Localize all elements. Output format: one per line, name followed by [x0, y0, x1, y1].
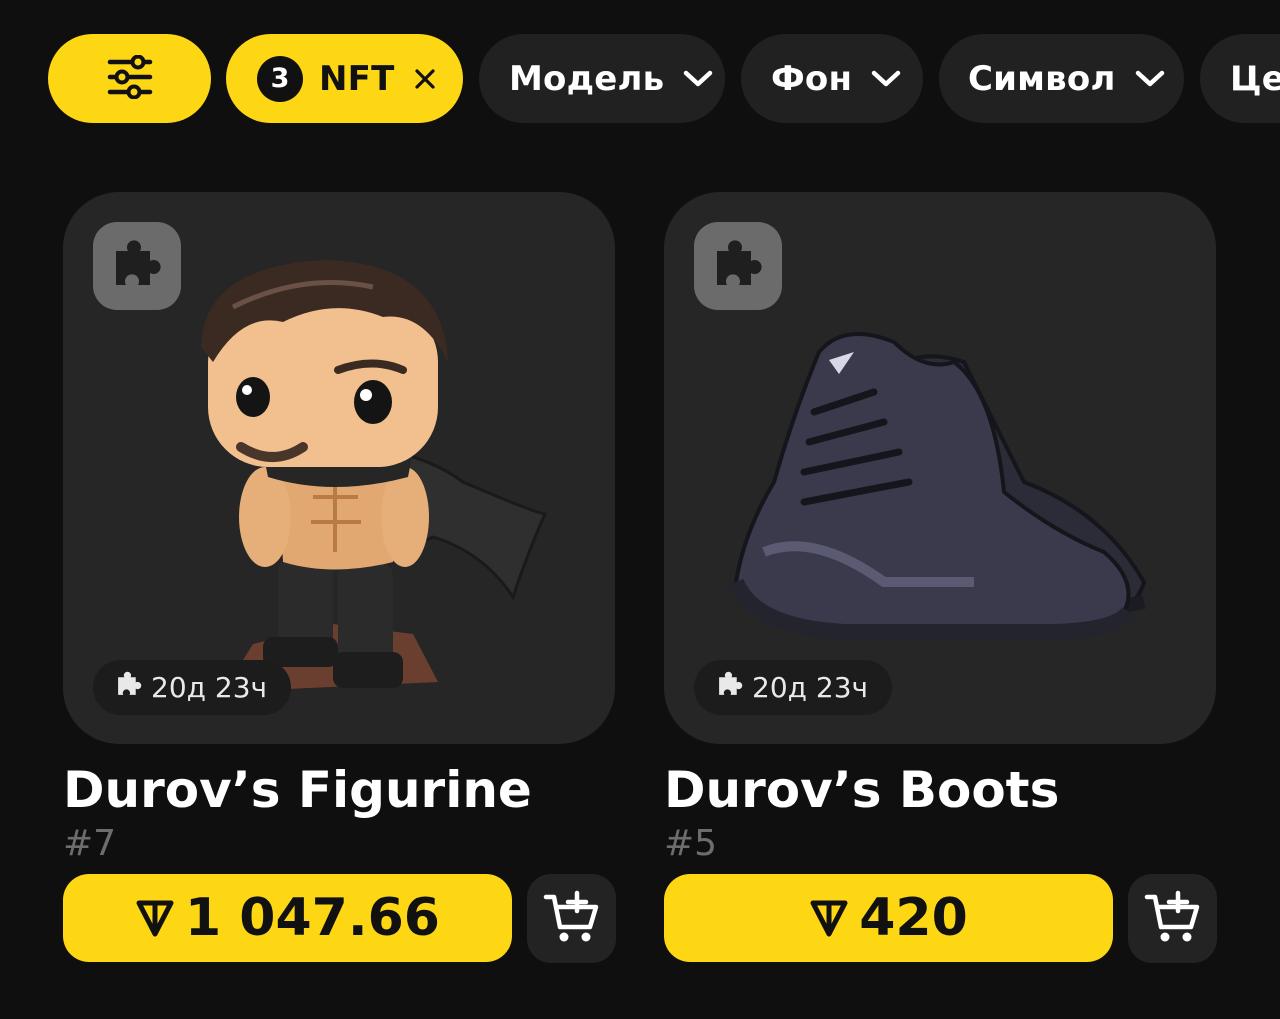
nft-card[interactable]: 20д 23ч Durov’s Boots #5 420 [664, 192, 1217, 964]
buy-price-button[interactable]: 1 047.66 [63, 874, 512, 962]
filter-settings-button[interactable] [48, 34, 211, 123]
nft-filter-chip[interactable]: 3 NFT [226, 34, 463, 123]
puzzle-button[interactable] [93, 222, 181, 310]
buy-row: 1 047.66 [63, 874, 616, 964]
add-to-cart-icon [1144, 889, 1202, 949]
model-filter-dropdown[interactable]: Модель [479, 34, 725, 123]
puzzle-icon [115, 670, 143, 705]
timer-badge: 20д 23ч [93, 660, 292, 715]
buy-price-button[interactable]: 420 [664, 874, 1113, 962]
add-to-cart-icon [543, 889, 601, 949]
close-icon[interactable] [414, 68, 436, 90]
chevron-down-icon [682, 69, 714, 89]
buy-row: 420 [664, 874, 1217, 964]
chevron-down-icon [870, 69, 902, 89]
ton-icon [135, 898, 175, 938]
price-filter-label: Це [1230, 58, 1280, 99]
nft-artwork[interactable]: 20д 23ч [63, 192, 615, 744]
timer-text: 20д 23ч [752, 671, 869, 704]
add-to-cart-button[interactable] [1128, 874, 1217, 963]
item-number: #5 [664, 823, 718, 864]
item-number: #7 [63, 823, 117, 864]
timer-badge: 20д 23ч [694, 660, 893, 715]
sliders-icon [107, 54, 153, 103]
item-title: Durov’s Figurine [63, 761, 532, 819]
puzzle-button[interactable] [694, 222, 782, 310]
boots-image [728, 332, 1147, 640]
background-filter-dropdown[interactable]: Фон [741, 34, 923, 123]
nft-count-badge: 3 [257, 55, 303, 102]
model-filter-label: Модель [509, 58, 665, 99]
price-value: 1 047.66 [185, 888, 440, 948]
figurine-image [201, 260, 548, 692]
ton-icon [809, 898, 849, 938]
nft-artwork[interactable]: 20д 23ч [664, 192, 1216, 744]
price-filter-dropdown[interactable]: Це [1200, 34, 1280, 123]
filter-bar: 3 NFT Модель Фон Символ Це [48, 34, 1280, 123]
puzzle-icon [716, 670, 744, 705]
puzzle-icon [110, 237, 164, 295]
symbol-filter-dropdown[interactable]: Символ [939, 34, 1184, 123]
item-title: Durov’s Boots [664, 761, 1060, 819]
timer-text: 20д 23ч [151, 671, 268, 704]
puzzle-icon [711, 237, 765, 295]
nft-card[interactable]: 20д 23ч Durov’s Figurine #7 1 047.66 [63, 192, 616, 964]
add-to-cart-button[interactable] [527, 874, 616, 963]
symbol-filter-label: Символ [968, 58, 1116, 99]
chevron-down-icon [1134, 69, 1166, 89]
nft-filter-label: NFT [319, 58, 395, 99]
background-filter-label: Фон [771, 58, 853, 99]
price-value: 420 [859, 888, 968, 948]
